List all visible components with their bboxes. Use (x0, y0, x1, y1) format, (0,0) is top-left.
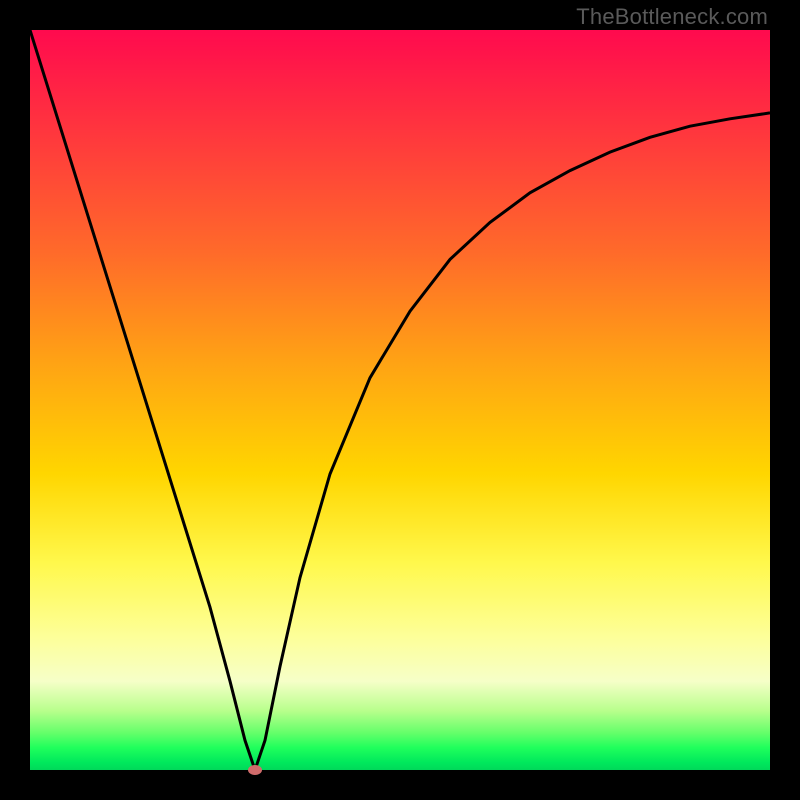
chart-container: TheBottleneck.com (0, 0, 800, 800)
plot-area (30, 30, 770, 770)
bottleneck-curve (30, 30, 770, 770)
curve-path (30, 30, 770, 770)
optimum-marker (248, 765, 262, 775)
watermark-text: TheBottleneck.com (576, 4, 768, 30)
